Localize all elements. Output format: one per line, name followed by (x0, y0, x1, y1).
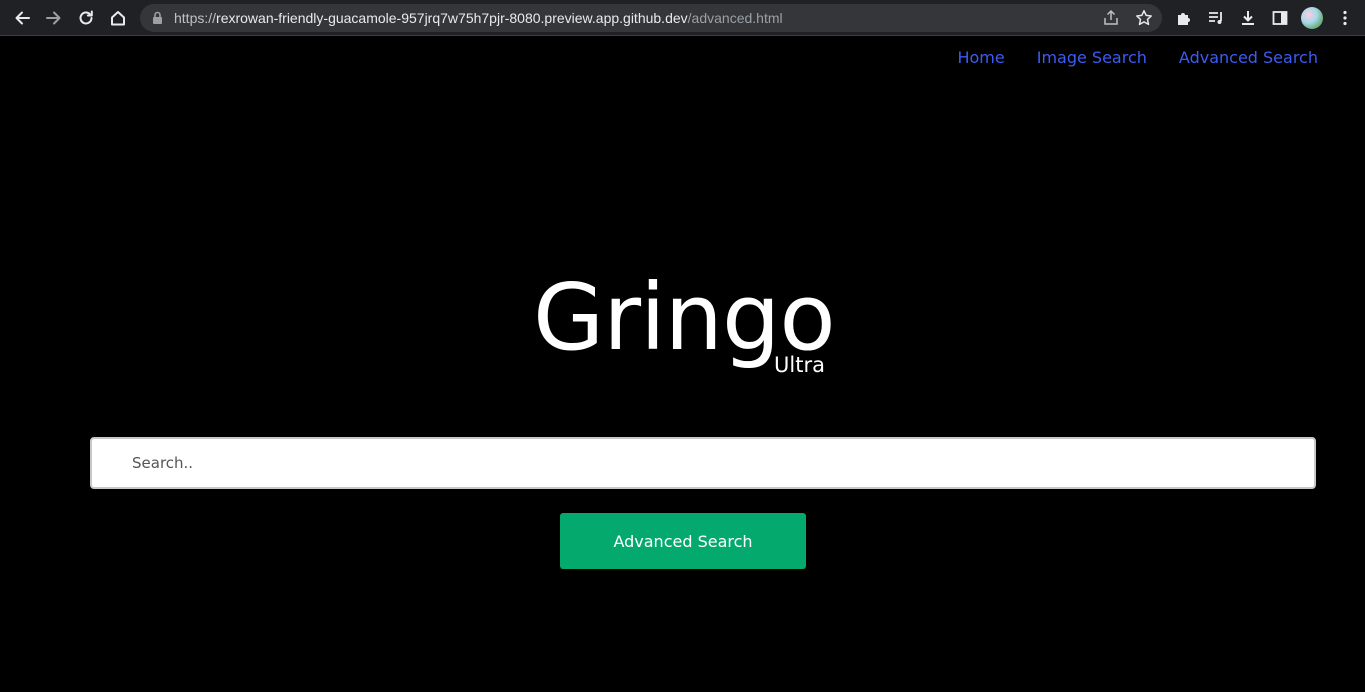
nav-link-advanced-search[interactable]: Advanced Search (1179, 47, 1318, 69)
media-queue-icon[interactable] (1204, 6, 1228, 30)
url-scheme: https:// (174, 10, 217, 26)
extensions-puzzle-icon[interactable] (1172, 6, 1196, 30)
back-arrow-icon[interactable] (10, 6, 34, 30)
browser-toolbar: https://rexrowan-friendly-guacamole-957j… (0, 0, 1365, 36)
logo-subtitle: Ultra (774, 353, 825, 377)
lock-icon[interactable] (152, 11, 163, 25)
url-text[interactable]: https://rexrowan-friendly-guacamole-957j… (174, 4, 783, 32)
url-path: /advanced.html (687, 10, 783, 26)
share-icon[interactable] (1102, 9, 1120, 27)
star-icon[interactable] (1135, 9, 1153, 27)
side-panel-icon[interactable] (1268, 6, 1292, 30)
profile-avatar[interactable] (1301, 7, 1323, 29)
download-icon[interactable] (1236, 6, 1260, 30)
address-bar[interactable]: https://rexrowan-friendly-guacamole-957j… (140, 4, 1162, 32)
page-body: Home Image Search Advanced Search Gringo… (0, 37, 1365, 692)
nav-link-home[interactable]: Home (957, 47, 1004, 69)
url-host: rexrowan-friendly-guacamole-957jrq7w75h7… (216, 10, 688, 26)
forward-arrow-icon[interactable] (42, 6, 66, 30)
home-icon[interactable] (106, 6, 130, 30)
kebab-menu-icon[interactable] (1333, 6, 1357, 30)
reload-icon[interactable] (74, 6, 98, 30)
search-input[interactable] (90, 437, 1316, 489)
top-navigation: Home Image Search Advanced Search (957, 47, 1318, 69)
advanced-search-button[interactable]: Advanced Search (560, 513, 806, 569)
nav-link-image-search[interactable]: Image Search (1037, 47, 1147, 69)
site-logo: Gringo Ultra (533, 263, 843, 383)
